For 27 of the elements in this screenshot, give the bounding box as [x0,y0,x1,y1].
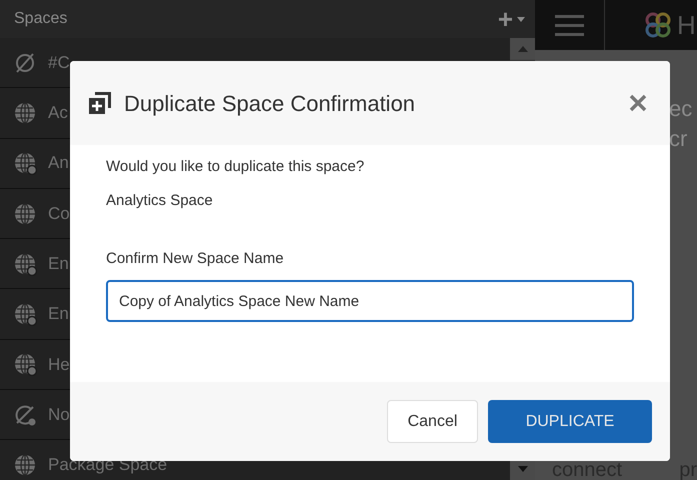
globe-icon [13,453,37,478]
globe-dot-icon [13,352,37,376]
field-label: Confirm New Space Name [106,250,285,268]
globe-icon [13,100,37,125]
duplicate-icon [88,91,112,115]
globe-outline-icon [13,402,37,427]
caret-icon [517,16,525,22]
question-text: Would you like to duplicate this space? [106,158,366,176]
background-text: cr [669,125,688,153]
scroll-up-icon[interactable] [518,46,528,52]
empty-set-icon [13,50,37,75]
background-text: ec [669,95,694,123]
scroll-down-icon[interactable] [518,466,528,472]
cancel-button[interactable]: Cancel [387,400,478,443]
dialog-title: Duplicate Space Confirmation [124,90,416,118]
logo-icon [643,10,673,40]
space-name: Analytics Space [106,192,214,210]
duplicate-button[interactable]: DUPLICATE [488,400,652,443]
globe-dot-icon [13,151,37,176]
close-icon[interactable] [628,93,648,113]
sidebar-title: Spaces [14,9,68,29]
globe-dot-icon [13,252,37,276]
globe-dot-icon [13,302,37,326]
space-name-field[interactable]: Copy of Analytics Space New Name [106,280,634,322]
add-button[interactable]: + [498,6,525,32]
globe-icon [13,202,37,226]
brand-name: H [677,8,696,42]
